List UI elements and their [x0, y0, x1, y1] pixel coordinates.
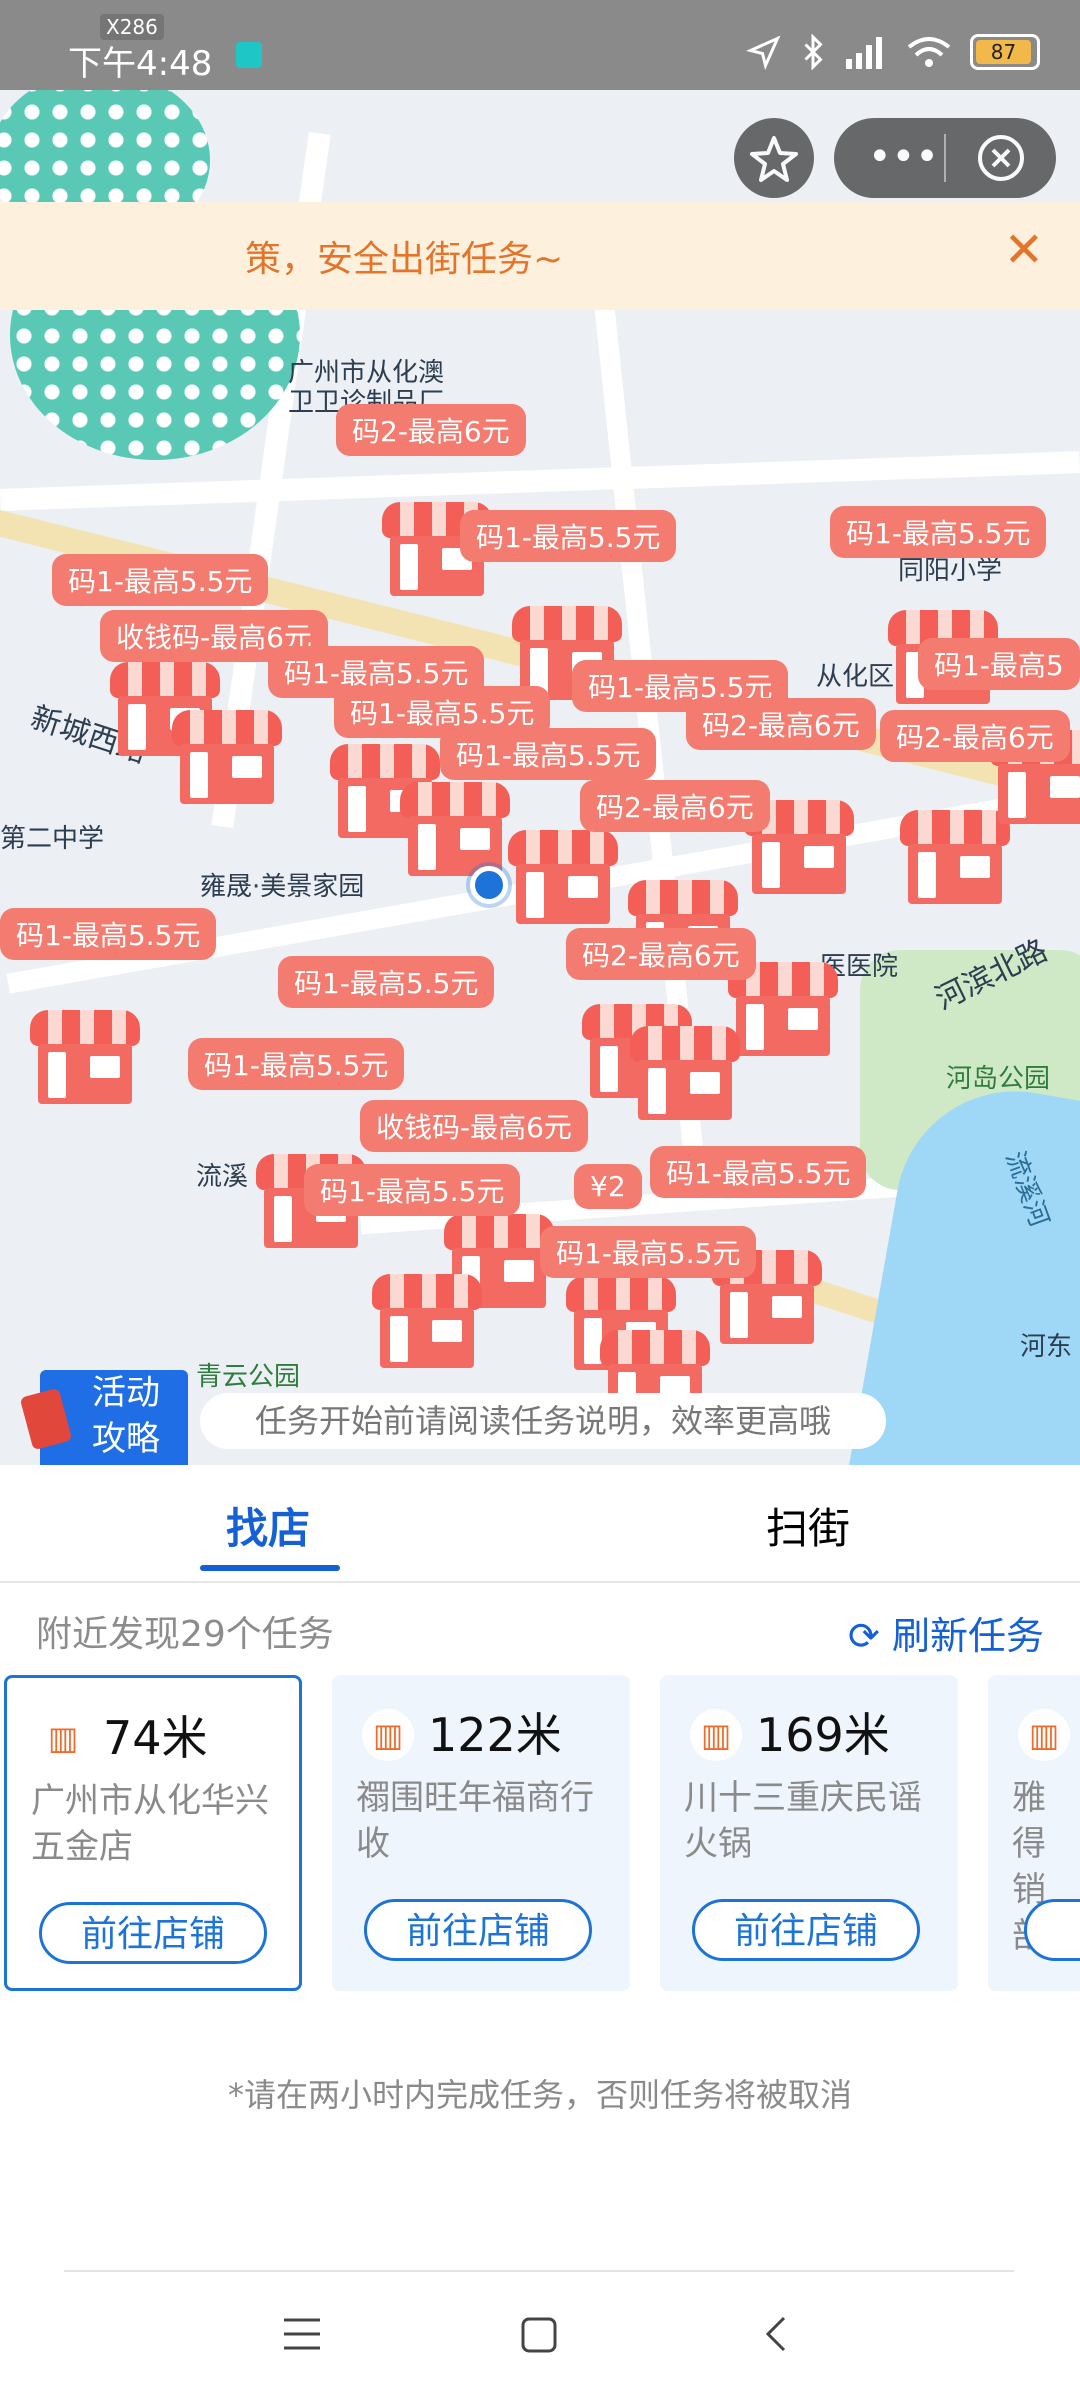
- store-marker[interactable]: [30, 1010, 140, 1105]
- task-card[interactable]: ▥ 122米 禤围旺年福商行收 前往店铺: [332, 1675, 630, 1991]
- place-label: 第二中学: [0, 824, 105, 854]
- task-pin-label[interactable]: 码1-最高5.5元: [278, 956, 495, 1008]
- task-card[interactable]: ▥ 74米 广州市从化华兴五金店 前往店铺: [4, 1675, 302, 1991]
- found-count: 附近发现29个任务: [36, 1614, 334, 1655]
- task-pin-label[interactable]: ¥2: [574, 1164, 642, 1209]
- location-icon: [746, 35, 781, 70]
- battery-icon: 87: [970, 34, 1040, 70]
- tab-find-store[interactable]: 找店: [226, 1495, 310, 1556]
- location-arrow-icon: [236, 42, 262, 68]
- task-card[interactable]: ▥ 169米 川十三重庆民谣火锅 前往店铺: [660, 1675, 958, 1991]
- store-marker[interactable]: [400, 782, 510, 877]
- task-hint[interactable]: 任务开始前请阅读任务说明，效率更高哦: [200, 1393, 886, 1449]
- store-name: 川十三重庆民谣火锅: [684, 1778, 922, 1864]
- distance: 122米: [428, 1708, 562, 1762]
- task-card[interactable]: ▥ 雅得销部 前: [988, 1675, 1080, 1991]
- place-label: 雍晟·美景家园: [200, 872, 365, 902]
- red-envelope-icon: [19, 1387, 73, 1451]
- store-marker[interactable]: [172, 710, 282, 805]
- clock: 下午4:48: [68, 44, 213, 84]
- refresh-label: 刷新任务: [891, 1614, 1044, 1658]
- tab-street-scan[interactable]: 扫街: [766, 1495, 850, 1556]
- go-to-store-button[interactable]: 前: [1024, 1899, 1080, 1961]
- task-pin-label[interactable]: 码2-最高6元: [580, 780, 770, 832]
- favorite-button[interactable]: [734, 118, 814, 198]
- go-to-store-button[interactable]: 前往店铺: [364, 1899, 592, 1961]
- activity-line1: 活动: [92, 1373, 160, 1413]
- task-panel: 找店 扫街 附近发现29个任务 ⟳ 刷新任务 ▥ 74米 广州市从化华兴五金店 …: [0, 1465, 1080, 2400]
- time-limit-notice: *请在两小时内完成任务，否则任务将被取消: [227, 2076, 852, 2114]
- task-pin-label[interactable]: 码1-最高5.5元: [0, 908, 217, 960]
- store-name: 广州市从化华兴五金店: [31, 1781, 269, 1867]
- task-pin-label[interactable]: 码2-最高6元: [566, 928, 756, 980]
- task-pin-label[interactable]: 码1-最高5.5元: [830, 506, 1047, 558]
- place-label: 从化区: [816, 662, 895, 692]
- place-label: 青云公园: [196, 1362, 301, 1392]
- task-pin-label[interactable]: 码1-最高5.5元: [540, 1226, 757, 1278]
- home-icon[interactable]: [520, 2316, 558, 2354]
- menu-icon[interactable]: [282, 2316, 322, 2352]
- task-pin-label[interactable]: 码1-最高5.5元: [440, 728, 657, 780]
- status-icons: 87: [746, 34, 1040, 70]
- place-label: 流溪: [196, 1162, 249, 1192]
- task-pin-label[interactable]: 码1-最高5.5元: [52, 554, 269, 606]
- store-marker[interactable]: [508, 830, 618, 925]
- close-icon[interactable]: ✕: [1004, 222, 1044, 278]
- task-pin-label[interactable]: 码1-最高5.5元: [460, 510, 677, 562]
- task-pin-label[interactable]: 码1-最高5.5元: [188, 1038, 405, 1090]
- more-icon[interactable]: •••: [868, 134, 939, 180]
- store-icon: ▥: [1018, 1709, 1070, 1761]
- activity-guide-button[interactable]: 活动 攻略: [19, 1370, 188, 1465]
- task-pin-label[interactable]: 码2-最高6元: [880, 710, 1070, 762]
- star-icon: [750, 136, 798, 182]
- task-pin-label[interactable]: 码1-最高5.5元: [650, 1146, 867, 1198]
- store-name: 禤围旺年福商行收: [356, 1778, 594, 1864]
- task-pin-label[interactable]: 收钱码-最高6元: [360, 1100, 588, 1152]
- current-location-marker: [470, 866, 508, 904]
- refresh-button[interactable]: ⟳ 刷新任务: [848, 1605, 1044, 1660]
- go-to-store-button[interactable]: 前往店铺: [692, 1899, 920, 1961]
- place-label: 河东: [1020, 1332, 1073, 1362]
- bluetooth-icon: [804, 34, 823, 70]
- task-pin-label[interactable]: 码1-最高5.5元: [304, 1164, 521, 1216]
- banner-text: 策，安全出街任务~: [245, 239, 564, 280]
- wifi-icon: [907, 37, 951, 67]
- store-icon: ▥: [362, 1709, 414, 1761]
- distance: 169米: [756, 1708, 890, 1762]
- activity-line2: 攻略: [92, 1419, 160, 1459]
- store-marker[interactable]: [372, 1274, 482, 1369]
- tab-indicator: [200, 1565, 340, 1571]
- task-pin-label[interactable]: 码1-最高5: [918, 638, 1080, 690]
- store-icon: ▥: [37, 1712, 89, 1764]
- signal-icon: [846, 37, 882, 69]
- go-to-store-button[interactable]: 前往店铺: [39, 1902, 267, 1964]
- close-circle-icon[interactable]: [976, 133, 1026, 183]
- miniapp-capsule[interactable]: •••: [834, 118, 1056, 198]
- notice-banner: 策，安全出街任务~ ✕: [0, 202, 1080, 310]
- system-nav-bar: [0, 2270, 1080, 2400]
- task-pin-label[interactable]: 码2-最高6元: [336, 404, 526, 456]
- status-bar: X286 下午4:48 87: [0, 0, 1080, 90]
- store-marker[interactable]: [630, 1026, 740, 1121]
- place-label: 河岛公园: [946, 1064, 1051, 1094]
- divider: [0, 1581, 1080, 1583]
- refresh-icon: ⟳: [848, 1614, 880, 1658]
- distance: 74米: [103, 1711, 208, 1765]
- task-pin-label[interactable]: 码2-最高6元: [686, 698, 876, 750]
- store-icon: ▥: [690, 1709, 742, 1761]
- back-icon[interactable]: [762, 2314, 792, 2354]
